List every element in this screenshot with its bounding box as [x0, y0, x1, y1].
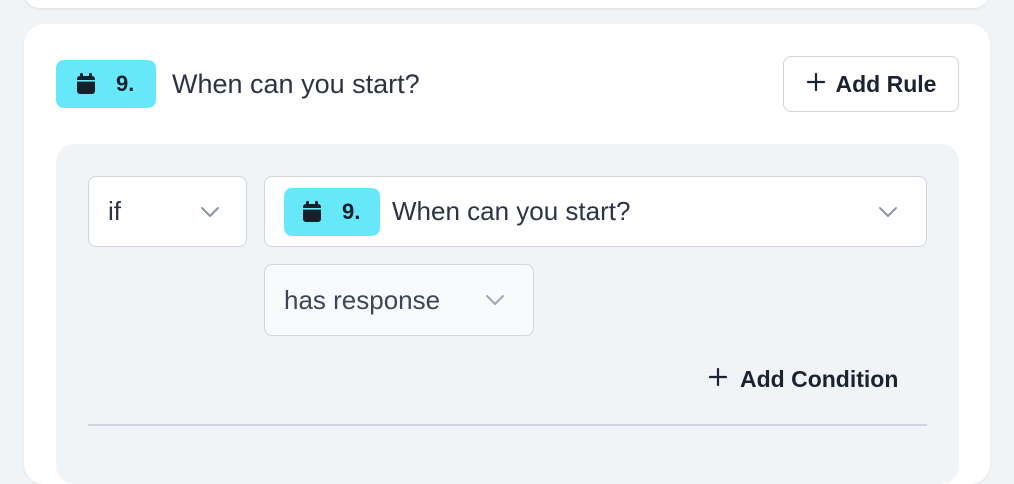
add-condition-label: Add Condition: [740, 366, 899, 392]
rule-panel: if 9. When can you start? has response A…: [56, 144, 959, 484]
operator-select-value: has response: [284, 284, 441, 315]
plus-icon: [708, 366, 728, 393]
question-badge: 9.: [56, 60, 156, 108]
question-badge: 9.: [284, 187, 380, 236]
operator-select[interactable]: has response: [264, 264, 534, 336]
if-select-value: if: [108, 196, 121, 226]
chevron-down-icon: [878, 206, 898, 218]
add-rule-button[interactable]: Add Rule: [783, 56, 959, 112]
add-rule-label: Add Rule: [835, 70, 937, 97]
add-condition-button[interactable]: Add Condition: [708, 366, 898, 393]
chevron-down-icon: [485, 294, 505, 306]
question-logic-card: 9. When can you start? Add Rule if 9. Wh…: [24, 24, 990, 484]
calendar-icon: [76, 73, 96, 95]
condition-question-text: When can you start?: [392, 196, 631, 226]
if-select[interactable]: if: [88, 176, 247, 247]
condition-question-select[interactable]: 9. When can you start?: [264, 176, 927, 247]
previous-question-card: [24, 0, 990, 8]
chevron-down-icon: [200, 206, 220, 218]
question-title: When can you start?: [172, 69, 420, 99]
question-number: 9.: [116, 71, 135, 96]
question-number: 9.: [342, 198, 361, 224]
plus-icon: [806, 71, 826, 98]
divider: [88, 424, 927, 426]
calendar-icon: [302, 200, 322, 223]
